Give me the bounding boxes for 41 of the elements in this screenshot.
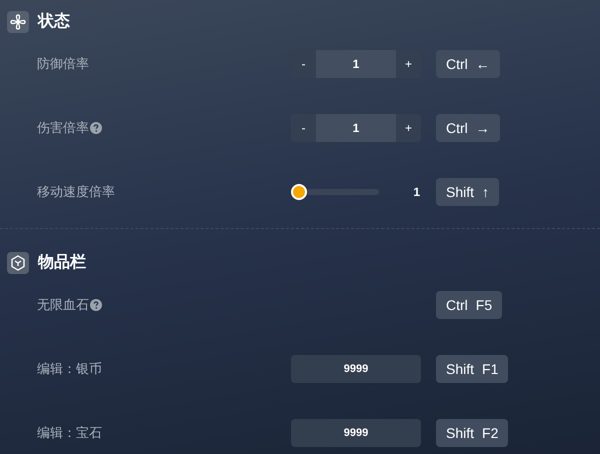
setting-label: 移动速度倍率 [37, 183, 115, 202]
key-label: F5 [476, 296, 492, 314]
key-label: Ctrl [446, 118, 468, 138]
increment-button[interactable]: + [396, 114, 421, 142]
slider-thumb[interactable] [291, 184, 307, 200]
key-label: Shift [446, 182, 474, 202]
value-field[interactable]: 9999 [291, 419, 421, 447]
slider-value: 1 [413, 184, 420, 201]
cube-icon [7, 252, 29, 274]
setting-label: 无限血石 [37, 296, 89, 314]
key-label: ← [476, 54, 490, 74]
key-label: Ctrl [446, 296, 468, 314]
setting-label: 伤害倍率 [37, 119, 89, 138]
hotkey-badge[interactable]: Shift ↑ [436, 178, 500, 206]
setting-label: 编辑：宝石 [37, 424, 102, 442]
setting-label: 编辑：银币 [37, 360, 102, 378]
key-label: F1 [482, 360, 498, 378]
value-field[interactable]: 9999 [291, 355, 421, 383]
help-icon[interactable] [90, 299, 102, 311]
hotkey-badge[interactable]: Shift F1 [436, 355, 508, 383]
hotkey-badge[interactable]: Shift F2 [436, 419, 508, 447]
section-title: 状态 [38, 11, 70, 32]
key-label: Ctrl [446, 54, 468, 74]
stepper-value[interactable]: 1 [316, 114, 396, 142]
decrement-button[interactable]: - [291, 114, 316, 142]
help-icon[interactable] [90, 122, 102, 134]
hotkey-badge[interactable]: Ctrl ← [436, 50, 500, 78]
increment-button[interactable]: + [396, 50, 421, 78]
section-title: 物品栏 [38, 252, 86, 273]
key-label: ↑ [482, 182, 490, 202]
clover-icon [7, 11, 29, 33]
key-label: F2 [482, 424, 498, 442]
hotkey-badge[interactable]: Ctrl → [436, 114, 500, 142]
key-label: Shift [446, 360, 474, 378]
key-label: → [476, 118, 490, 138]
key-label: Shift [446, 424, 474, 442]
slider[interactable] [291, 184, 381, 200]
setting-label: 防御倍率 [37, 55, 89, 74]
stepper-value[interactable]: 1 [316, 50, 396, 78]
hotkey-badge[interactable]: Ctrl F5 [436, 291, 502, 319]
decrement-button[interactable]: - [291, 50, 316, 78]
